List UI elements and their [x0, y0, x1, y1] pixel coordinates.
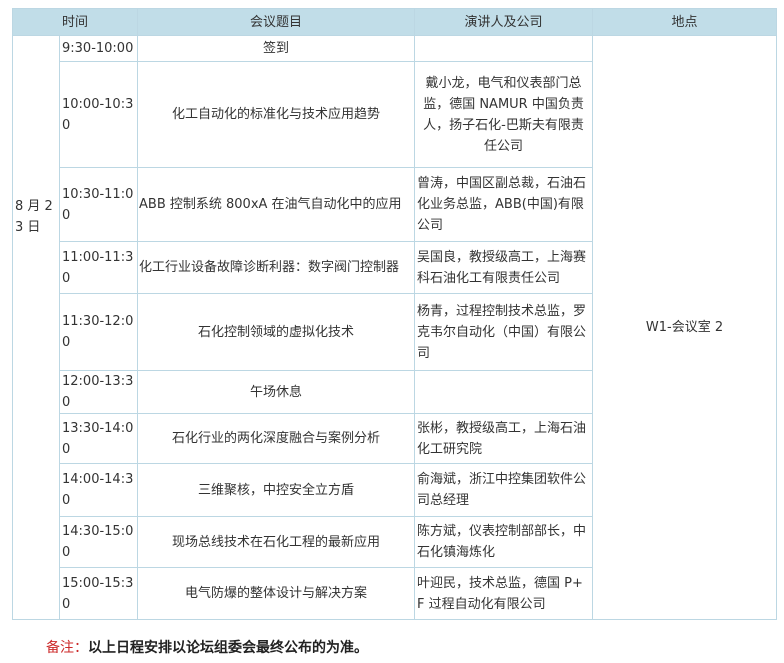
time-cell: 9:30-10:00: [58, 35, 139, 62]
speaker-cell: 戴小龙，电气和仪表部门总监，德国 NAMUR 中国负责人，扬子石化-巴斯夫有限责…: [414, 61, 594, 168]
time-cell: 14:30-15:00: [58, 516, 139, 568]
topic-cell: 电气防爆的整体设计与解决方案: [137, 567, 416, 620]
venue-cell: W1-会议室 2: [592, 35, 778, 620]
time-cell: 14:00-14:30: [58, 463, 139, 517]
time-cell: 13:30-14:00: [58, 413, 139, 464]
time-cell: 11:30-12:00: [58, 293, 139, 371]
time-cell: 10:00-10:30: [58, 61, 139, 168]
topic-cell: 化工行业设备故障诊断利器：数字阀门控制器: [137, 241, 416, 294]
date-cell: 8 月 23 日: [12, 35, 60, 620]
topic-cell: 现场总线技术在石化工程的最新应用: [137, 516, 416, 568]
footnote: 备注：以上日程安排以论坛组委会最终公布的为准。: [46, 637, 368, 657]
header-row: 时间 会议题目 演讲人及公司 地点: [11, 8, 778, 36]
speaker-cell: 俞海斌，浙江中控集团软件公司总经理: [414, 463, 594, 517]
footnote-text: 以上日程安排以论坛组委会最终公布的为准。: [88, 640, 368, 656]
speaker-cell: 张彬，教授级高工，上海石油化工研究院: [414, 413, 594, 464]
table-row: 8 月 23 日 9:30-10:00 签到 W1-会议室 2: [12, 35, 778, 620]
speaker-cell: [414, 35, 594, 62]
time-cell: 12:00-13:30: [58, 370, 139, 414]
speaker-cell: 叶迎民，技术总监，德国 P+F 过程自动化有限公司: [414, 567, 594, 620]
speaker-cell: 曾涛，中国区副总裁，石油石化业务总监，ABB(中国)有限公司: [414, 167, 594, 242]
topic-cell: 化工自动化的标准化与技术应用趋势: [137, 61, 416, 168]
schedule-table: 时间 会议题目 演讲人及公司 地点 8 月 23 日 9:30-10:00 签到…: [11, 8, 778, 620]
speaker-cell: [414, 370, 594, 414]
topic-cell: 午场休息: [137, 370, 416, 414]
topic-cell: 签到: [137, 35, 416, 62]
speaker-cell: 杨青，过程控制技术总监，罗克韦尔自动化（中国）有限公司: [414, 293, 594, 371]
speaker-cell: 陈方斌，仪表控制部部长，中石化镇海炼化: [414, 516, 594, 568]
topic-cell: ABB 控制系统 800xA 在油气自动化中的应用: [137, 167, 416, 242]
topic-cell: 石化行业的两化深度融合与案例分析: [137, 413, 416, 464]
speaker-cell: 吴国良，教授级高工，上海赛科石油化工有限责任公司: [414, 241, 594, 294]
header-time: 时间: [11, 8, 139, 36]
time-cell: 11:00-11:30: [58, 241, 139, 294]
header-speaker: 演讲人及公司: [414, 8, 594, 36]
time-cell: 10:30-11:00: [58, 167, 139, 242]
header-venue: 地点: [592, 8, 778, 36]
footnote-label: 备注：: [46, 640, 88, 656]
time-cell: 15:00-15:30: [58, 567, 139, 620]
topic-cell: 三维聚核，中控安全立方盾: [137, 463, 416, 517]
topic-cell: 石化控制领域的虚拟化技术: [137, 293, 416, 371]
header-topic: 会议题目: [137, 8, 416, 36]
